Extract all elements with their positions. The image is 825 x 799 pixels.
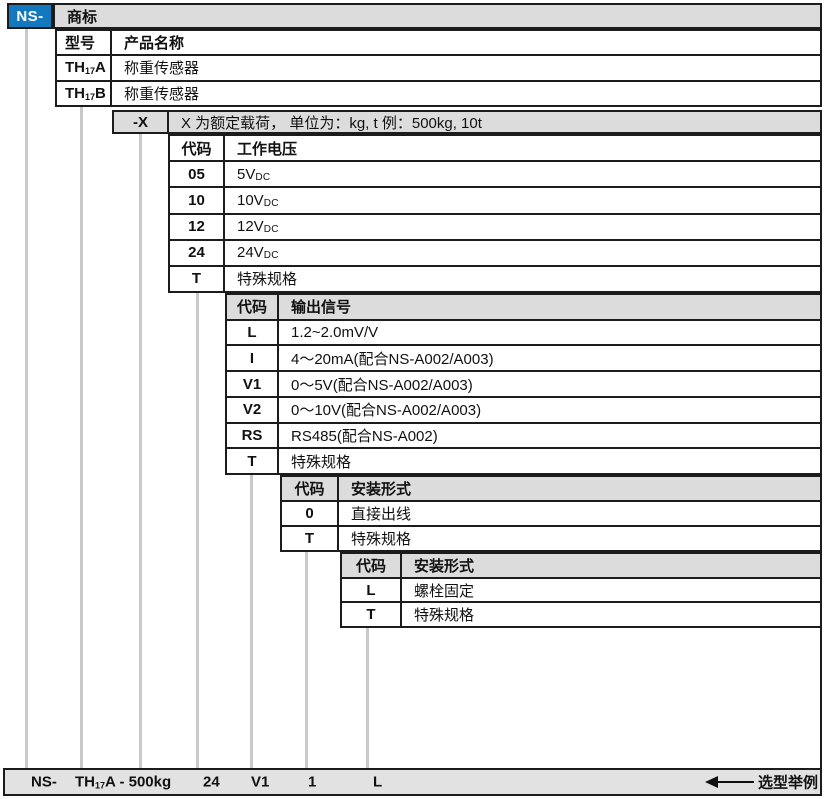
table-header-row: 型号 产品名称 — [57, 31, 820, 54]
signal-cell: 0～5V(配合NS-A002/A003) — [279, 372, 820, 396]
model-table: 型号 产品名称 TH17A 称重传感器 TH17B 称重传感器 — [55, 29, 822, 107]
voltage-cell: 5VDC — [225, 162, 820, 186]
table-row: TH17A 称重传感器 — [57, 54, 820, 79]
table-header-row: 代码 工作电压 — [170, 136, 820, 160]
table-row: RS RS485(配合NS-A002) — [227, 422, 820, 448]
table-row: TH17B 称重传感器 — [57, 80, 820, 105]
code-header-cell: 代码 — [227, 295, 279, 319]
voltage-cell: 特殊规格 — [225, 267, 820, 291]
code-cell: 12 — [170, 215, 225, 239]
example-model: TH17A - 500kg — [75, 774, 171, 791]
code-cell: T — [170, 267, 225, 291]
mounting-table-2: 代码 安装形式 L 螺栓固定 T 特殊规格 — [340, 552, 822, 628]
example-bar: NS- TH17A - 500kg 24 V1 1 L 选型举例 — [3, 768, 822, 796]
table-row: T 特殊规格 — [342, 601, 820, 626]
table-row: V2 0～10V(配合NS-A002/A003) — [227, 396, 820, 422]
signal-header-cell: 输出信号 — [279, 295, 820, 319]
mounting-cell: 直接出线 — [339, 502, 820, 525]
example-mounting2: L — [373, 774, 382, 791]
code-cell: L — [227, 321, 279, 345]
table-row: 10 10VDC — [170, 186, 820, 212]
connector-line-model — [80, 107, 83, 768]
signal-cell: 特殊规格 — [279, 449, 820, 473]
connector-line-voltage — [196, 293, 199, 768]
signal-cell: 0～10V(配合NS-A002/A003) — [279, 398, 820, 422]
table-header-row: 代码 安装形式 — [342, 554, 820, 577]
load-desc-cell: X 为额定载荷， 单位为：kg, t 例：500kg, 10t — [169, 112, 820, 132]
mounting-cell: 特殊规格 — [339, 527, 820, 550]
example-voltage: 24 — [203, 774, 220, 791]
voltage-cell: 24VDC — [225, 241, 820, 265]
connector-line-signal — [250, 475, 253, 768]
mounting-header-cell: 安装形式 — [402, 554, 820, 577]
mounting-cell: 特殊规格 — [402, 603, 820, 626]
table-row: L 螺栓固定 — [342, 577, 820, 602]
table-header-row: 代码 输出信号 — [227, 295, 820, 319]
load-code-cell: -X — [114, 112, 169, 132]
mounting-header-cell: 安装形式 — [339, 477, 820, 500]
code-cell: 0 — [282, 502, 339, 525]
table-row: 05 5VDC — [170, 160, 820, 186]
mounting-table-1: 代码 安装形式 0 直接出线 T 特殊规格 — [280, 475, 822, 552]
table-header-row: 代码 安装形式 — [282, 477, 820, 500]
table-row: T 特殊规格 — [170, 265, 820, 291]
code-cell: 05 — [170, 162, 225, 186]
code-cell: V2 — [227, 398, 279, 422]
signal-cell: 4～20mA(配合NS-A002/A003) — [279, 346, 820, 370]
code-header-cell: 代码 — [342, 554, 402, 577]
voltage-cell: 10VDC — [225, 188, 820, 212]
table-row: V1 0～5V(配合NS-A002/A003) — [227, 370, 820, 396]
connector-line-mounting2 — [366, 628, 369, 768]
code-cell: L — [342, 579, 402, 602]
table-row: I 4～20mA(配合NS-A002/A003) — [227, 344, 820, 370]
example-prefix: NS- — [31, 774, 57, 791]
connector-line-load — [139, 134, 142, 768]
table-row: T 特殊规格 — [227, 447, 820, 473]
example-mounting1: 1 — [308, 774, 316, 791]
selection-example-caption: 选型举例 — [758, 772, 818, 793]
ordering-code-diagram: NS- 商标 型号 产品名称 TH17A 称重传感器 TH17B 称重传感器 -… — [0, 0, 825, 799]
table-row: 24 24VDC — [170, 239, 820, 265]
signal-cell: RS485(配合NS-A002) — [279, 424, 820, 448]
voltage-table: 代码 工作电压 05 5VDC 10 10VDC 12 12VDC 24 24V… — [168, 134, 822, 293]
rated-load-row: -X X 为额定载荷， 单位为：kg, t 例：500kg, 10t — [112, 110, 822, 134]
code-cell: T — [227, 449, 279, 473]
brand-box: NS- — [7, 3, 53, 29]
table-row: T 特殊规格 — [282, 525, 820, 550]
code-header-cell: 代码 — [282, 477, 339, 500]
model-code-cell: TH17A — [57, 56, 112, 79]
model-header-cell: 型号 — [57, 31, 112, 54]
code-cell: T — [282, 527, 339, 550]
voltage-cell: 12VDC — [225, 215, 820, 239]
model-code-cell: TH17B — [57, 82, 112, 105]
code-cell: RS — [227, 424, 279, 448]
product-name-cell: 称重传感器 — [112, 56, 820, 79]
code-cell: 10 — [170, 188, 225, 212]
code-header-cell: 代码 — [170, 136, 225, 160]
signal-cell: 1.2~2.0mV/V — [279, 321, 820, 345]
code-cell: 24 — [170, 241, 225, 265]
connector-line-mounting1 — [305, 552, 308, 768]
example-signal: V1 — [251, 774, 269, 791]
brand-label: NS- — [16, 8, 43, 25]
voltage-header-cell: 工作电压 — [225, 136, 820, 160]
product-name-header-cell: 产品名称 — [112, 31, 820, 54]
page-right-border — [820, 626, 822, 768]
connector-line-brand — [25, 29, 28, 768]
code-cell: V1 — [227, 372, 279, 396]
signal-table: 代码 输出信号 L 1.2~2.0mV/V I 4～20mA(配合NS-A002… — [225, 293, 822, 475]
table-row: 12 12VDC — [170, 213, 820, 239]
table-row: L 1.2~2.0mV/V — [227, 319, 820, 345]
trademark-label: 商标 — [67, 6, 97, 27]
code-cell: I — [227, 346, 279, 370]
left-arrow-tail — [716, 781, 754, 783]
mounting-cell: 螺栓固定 — [402, 579, 820, 602]
product-name-cell: 称重传感器 — [112, 82, 820, 105]
table-row: -X X 为额定载荷， 单位为：kg, t 例：500kg, 10t — [114, 112, 820, 132]
code-cell: T — [342, 603, 402, 626]
table-row: 0 直接出线 — [282, 500, 820, 525]
trademark-row: 商标 — [53, 3, 822, 29]
